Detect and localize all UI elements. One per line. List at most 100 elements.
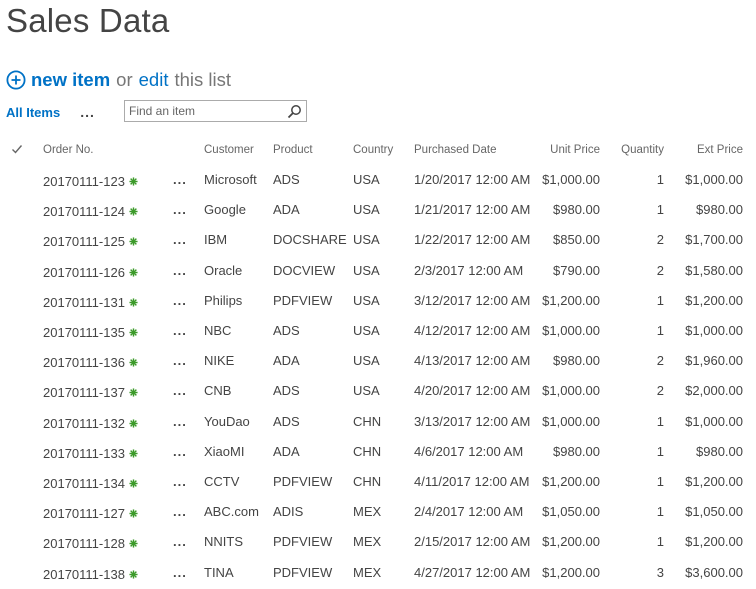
cell-quantity: 1	[656, 172, 664, 187]
search-icon[interactable]	[287, 104, 302, 119]
view-more-button[interactable]: ...	[80, 104, 95, 120]
row-menu-button[interactable]: ...	[173, 444, 187, 459]
cell-unit-price: $1,000.00	[542, 383, 600, 398]
table-row[interactable]: 20170111-124... Google ADA USA 1/21/2017 12:…	[0, 202, 756, 226]
cell-customer: ABC.com	[204, 504, 259, 519]
order-no-link[interactable]: 20170111-136	[43, 355, 138, 370]
order-no-link[interactable]: 20170111-137	[43, 385, 138, 400]
row-menu-button[interactable]: ...	[173, 293, 187, 308]
add-circle-icon[interactable]	[6, 70, 26, 90]
table-row[interactable]: 20170111-127... ABC.com ADIS MEX 2/4/2017 12…	[0, 504, 756, 528]
cell-customer: Oracle	[204, 263, 243, 278]
cell-product: ADS	[273, 383, 300, 398]
order-no-text: 20170111-127	[43, 506, 125, 521]
cell-unit-price: $850.00	[553, 232, 600, 247]
header-customer[interactable]: Customer	[204, 144, 254, 156]
order-no-link[interactable]: 20170111-126	[43, 265, 138, 280]
cell-ext-price: $2,000.00	[685, 383, 743, 398]
edit-link[interactable]: edit	[139, 69, 169, 91]
this-list-text: this list	[174, 69, 231, 90]
table-row[interactable]: 20170111-131... Philips PDFVIEW USA 3/12/201…	[0, 293, 756, 317]
order-no-link[interactable]: 20170111-135	[43, 325, 138, 340]
cell-customer: NIKE	[204, 353, 235, 368]
cell-unit-price: $1,200.00	[542, 534, 600, 549]
table-row[interactable]: 20170111-134... CCTV PDFVIEW CHN 4/11/2017 1…	[0, 474, 756, 498]
table-row[interactable]: 20170111-128... NNITS PDFVIEW MEX 2/15/2017 …	[0, 534, 756, 558]
row-menu-button[interactable]: ...	[173, 414, 187, 429]
table-row[interactable]: 20170111-125... IBM DOCSHARE USA 1/22/2017 1…	[0, 232, 756, 256]
new-item-link[interactable]: new item	[31, 69, 110, 91]
order-no-text: 20170111-123	[43, 174, 125, 189]
page-title: Sales Data	[6, 2, 170, 39]
row-menu-button[interactable]: ...	[173, 383, 187, 398]
row-menu-button[interactable]: ...	[173, 565, 187, 580]
row-menu-button[interactable]: ...	[173, 504, 187, 519]
order-no-link[interactable]: 20170111-133	[43, 446, 138, 461]
cell-quantity: 1	[656, 202, 664, 217]
cell-customer: XiaoMI	[204, 444, 245, 459]
new-item-badge-icon	[129, 358, 138, 367]
order-no-link[interactable]: 20170111-127	[43, 506, 138, 521]
order-no-text: 20170111-126	[43, 265, 125, 280]
row-menu-button[interactable]: ...	[173, 232, 187, 247]
order-no-text: 20170111-131	[43, 295, 125, 310]
cell-ext-price: $980.00	[696, 444, 743, 459]
order-no-link[interactable]: 20170111-123	[43, 174, 138, 189]
cell-country: USA	[353, 353, 380, 368]
cell-ext-price: $1,200.00	[685, 474, 743, 489]
new-item-badge-icon	[129, 419, 138, 428]
order-no-link[interactable]: 20170111-138	[43, 567, 138, 582]
row-menu-button[interactable]: ...	[173, 263, 187, 278]
header-unit-price[interactable]: Unit Price	[530, 144, 600, 156]
header-purchased-date[interactable]: Purchased Date	[414, 144, 496, 156]
order-no-link[interactable]: 20170111-134	[43, 476, 138, 491]
row-menu-button[interactable]: ...	[173, 474, 187, 489]
table-row[interactable]: 20170111-138... TINA PDFVIEW MEX 4/27/2017 1…	[0, 565, 756, 589]
header-product[interactable]: Product	[273, 144, 313, 156]
search-input[interactable]	[129, 102, 279, 120]
cell-country: USA	[353, 293, 380, 308]
cell-purchased-date: 4/12/2017 12:00 AM	[414, 323, 531, 338]
command-bar: new item or edit this list	[6, 66, 231, 94]
header-order-no[interactable]: Order No.	[43, 144, 94, 156]
cell-country: CHN	[353, 414, 382, 429]
row-menu-button[interactable]: ...	[173, 323, 187, 338]
row-menu-button[interactable]: ...	[173, 353, 187, 368]
table-row[interactable]: 20170111-137... CNB ADS USA 4/20/2017 12:00 …	[0, 383, 756, 407]
order-no-link[interactable]: 20170111-125	[43, 234, 138, 249]
new-item-badge-icon	[129, 298, 138, 307]
cell-product: ADIS	[273, 504, 304, 519]
cell-purchased-date: 2/3/2017 12:00 AM	[414, 263, 524, 278]
table-row[interactable]: 20170111-126... Oracle DOCVIEW USA 2/3/2017 …	[0, 263, 756, 287]
cell-ext-price: $1,000.00	[685, 323, 743, 338]
order-no-link[interactable]: 20170111-124	[43, 204, 138, 219]
table-row[interactable]: 20170111-133... XiaoMI ADA CHN 4/6/2017 12:0…	[0, 444, 756, 468]
row-menu-button[interactable]: ...	[173, 172, 187, 187]
cell-customer: NBC	[204, 323, 232, 338]
cell-country: USA	[353, 323, 380, 338]
header-country[interactable]: Country	[353, 144, 393, 156]
header-ext-price[interactable]: Ext Price	[672, 144, 743, 156]
order-no-link[interactable]: 20170111-131	[43, 295, 138, 310]
order-no-text: 20170111-125	[43, 234, 125, 249]
row-menu-button[interactable]: ...	[173, 534, 187, 549]
header-quantity[interactable]: Quantity	[604, 144, 664, 156]
cell-unit-price: $1,200.00	[542, 565, 600, 580]
select-all-checkmark-icon[interactable]	[11, 143, 23, 155]
cell-unit-price: $980.00	[553, 353, 600, 368]
table-row[interactable]: 20170111-123... Microsoft ADS USA 1/20/2017 …	[0, 172, 756, 196]
table-row[interactable]: 20170111-132... YouDao ADS CHN 3/13/2017 12:…	[0, 414, 756, 438]
cell-unit-price: $1,000.00	[542, 323, 600, 338]
order-no-link[interactable]: 20170111-128	[43, 536, 138, 551]
new-item-badge-icon	[129, 268, 138, 277]
cell-purchased-date: 4/20/2017 12:00 AM	[414, 383, 531, 398]
cell-customer: NNITS	[204, 534, 243, 549]
order-no-link[interactable]: 20170111-132	[43, 416, 138, 431]
table-row[interactable]: 20170111-136... NIKE ADA USA 4/13/2017 12:00…	[0, 353, 756, 377]
order-no-text: 20170111-132	[43, 416, 125, 431]
view-all-items-link[interactable]: All Items	[6, 105, 60, 120]
new-item-badge-icon	[129, 449, 138, 458]
row-menu-button[interactable]: ...	[173, 202, 187, 217]
table-row[interactable]: 20170111-135... NBC ADS USA 4/12/2017 12:00 …	[0, 323, 756, 347]
order-no-text: 20170111-124	[43, 204, 125, 219]
